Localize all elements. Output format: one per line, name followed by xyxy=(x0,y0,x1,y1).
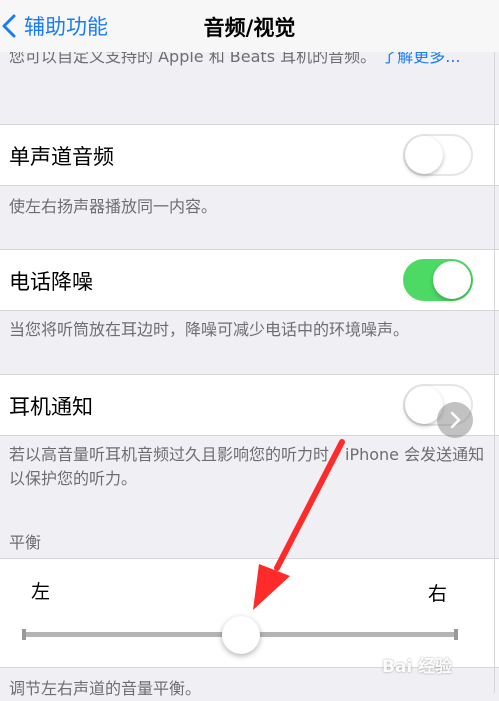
balance-slider-thumb[interactable] xyxy=(222,616,260,654)
page-title: 音频/视觉 xyxy=(203,16,296,40)
watermark-logo: Bai 经验 xyxy=(382,657,453,677)
slider-right-end-tick xyxy=(454,629,458,640)
balance-section-header: 平衡 xyxy=(9,533,42,552)
floating-arrow-button[interactable] xyxy=(437,402,473,438)
mono-audio-label: 单声道音频 xyxy=(9,145,114,169)
balance-footer: 调节左右声道的音量平衡。 xyxy=(9,679,202,698)
balance-left-label: 左 xyxy=(31,581,51,603)
page-edge-divider xyxy=(494,0,495,693)
balance-right-label: 右 xyxy=(428,583,448,605)
chevron-right-icon xyxy=(450,411,461,429)
toggle-knob xyxy=(433,261,471,299)
slider-left-end-tick xyxy=(22,629,26,640)
phone-noise-cancellation-row: 电话降噪 xyxy=(0,249,499,311)
phone-noise-cancellation-label: 电话降噪 xyxy=(9,270,93,294)
phone-noise-cancellation-toggle[interactable] xyxy=(403,259,473,301)
mono-audio-footer: 使左右扬声器播放同一内容。 xyxy=(9,197,218,216)
headphone-notifications-label: 耳机通知 xyxy=(9,395,93,419)
phone-noise-cancellation-footer: 当您将听筒放在耳边时，降噪可减少电话中的环境噪声。 xyxy=(9,320,410,339)
headphone-notifications-footer: 若以高音量听耳机音频过久且影响您的听力时，iPhone 会发送通知以保护您的听力… xyxy=(9,445,485,488)
headphone-notifications-row: 耳机通知 xyxy=(0,374,499,436)
mono-audio-toggle[interactable] xyxy=(403,134,473,176)
toggle-knob xyxy=(405,136,443,174)
mono-audio-row: 单声道音频 xyxy=(0,124,499,186)
navigation-bar: 辅助功能 音频/视觉 xyxy=(0,0,499,52)
